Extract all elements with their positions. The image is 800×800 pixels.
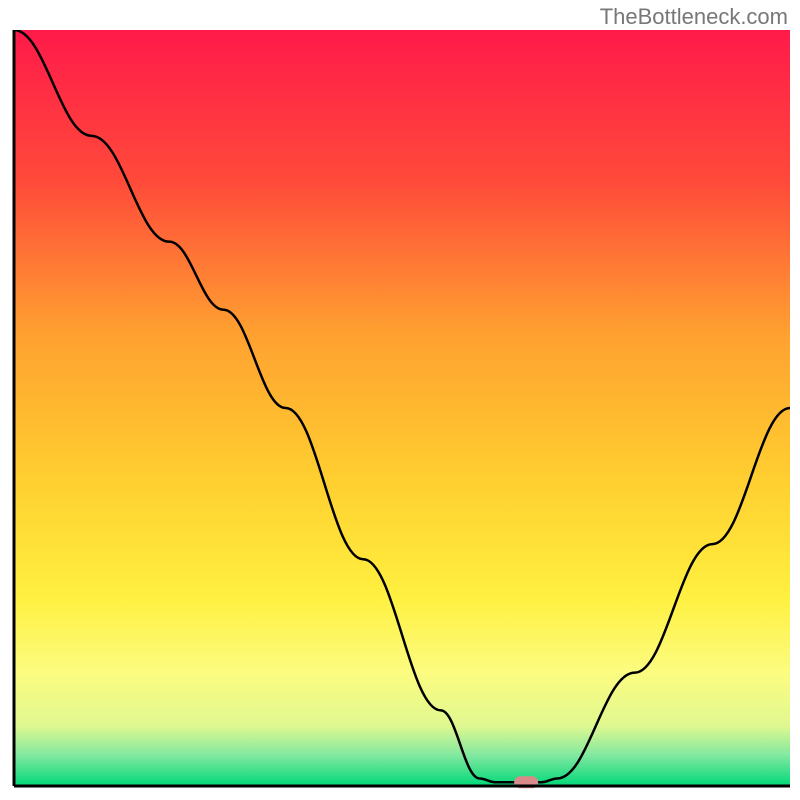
- chart-background: [14, 30, 790, 786]
- watermark-text: TheBottleneck.com: [600, 4, 788, 30]
- bottleneck-chart: [10, 30, 790, 790]
- chart-svg: [10, 30, 790, 790]
